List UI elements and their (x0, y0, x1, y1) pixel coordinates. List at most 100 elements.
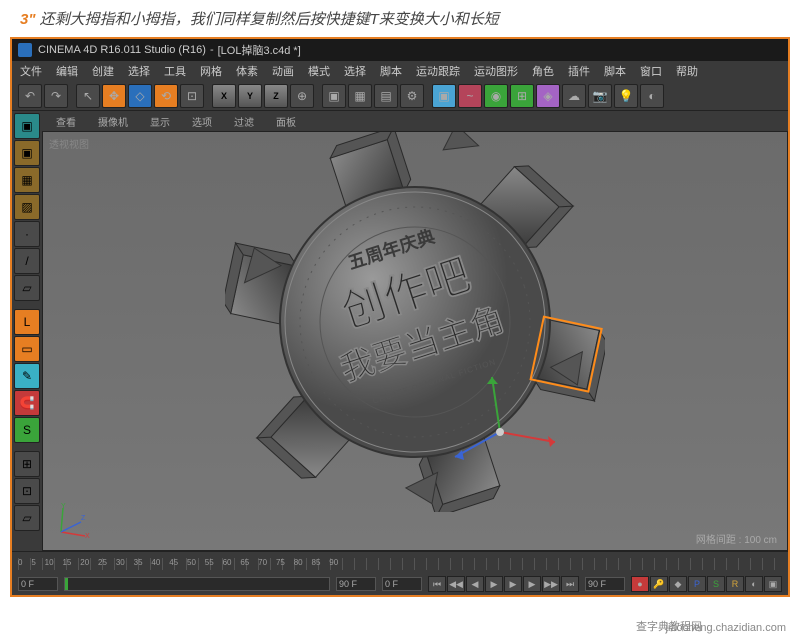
rot-key-button[interactable]: R (726, 576, 744, 592)
vp-menu-filter[interactable]: 过滤 (228, 113, 260, 130)
deformer-button[interactable]: ◈ (536, 84, 560, 108)
render-view[interactable]: ▣ (322, 84, 346, 108)
snap-settings[interactable]: S (14, 417, 40, 443)
menu-script[interactable]: 脚本 (380, 63, 402, 79)
range-end-input[interactable] (336, 577, 376, 591)
scale-key-button[interactable]: S (707, 576, 725, 592)
texture-mode[interactable]: ▦ (14, 167, 40, 193)
menu-help[interactable]: 帮助 (676, 63, 698, 79)
environment-button[interactable]: ☁ (562, 84, 586, 108)
goto-start-button[interactable]: ⏮ (428, 576, 446, 592)
range-end2-input[interactable] (585, 577, 625, 591)
timeline-ruler[interactable]: 0 5 10 15 20 25 30 35 40 45 50 55 60 65 … (18, 558, 782, 570)
vp-menu-display[interactable]: 显示 (144, 113, 176, 130)
menu-plugins[interactable]: 插件 (568, 63, 590, 79)
menu-window[interactable]: 窗口 (640, 63, 662, 79)
redo-button[interactable]: ↷ (44, 84, 68, 108)
point-mode[interactable]: · (14, 221, 40, 247)
keyframe-sel-button[interactable]: ◆ (669, 576, 687, 592)
z-axis-lock[interactable]: Z (264, 84, 288, 108)
render-region[interactable]: ▤ (374, 84, 398, 108)
menu-select2[interactable]: 选择 (344, 63, 366, 79)
pla-key-button[interactable]: ▣ (764, 576, 782, 592)
menu-file[interactable]: 文件 (20, 63, 42, 79)
prev-frame-button[interactable]: ◀ (466, 576, 484, 592)
axis-button[interactable]: L (14, 309, 40, 335)
file-name: [LOL掉脑3.c4d *] (218, 42, 301, 58)
workplane-mode[interactable]: ▨ (14, 194, 40, 220)
record-button[interactable]: ● (631, 576, 649, 592)
current-frame-input[interactable] (382, 577, 422, 591)
tweak-mode[interactable]: ✎ (14, 363, 40, 389)
rotate-tool[interactable]: ⟲ (154, 84, 178, 108)
model-mode[interactable]: ▣ (14, 140, 40, 166)
edge-mode[interactable]: / (14, 248, 40, 274)
vp-menu-camera[interactable]: 摄像机 (92, 113, 134, 130)
menu-mode[interactable]: 模式 (308, 63, 330, 79)
next-frame-button[interactable]: ▶ (523, 576, 541, 592)
viewport-solo[interactable]: ▭ (14, 336, 40, 362)
menu-edit[interactable]: 编辑 (56, 63, 78, 79)
param-key-button[interactable]: ◐ (745, 576, 763, 592)
y-axis-lock[interactable]: Y (238, 84, 262, 108)
main-toolbar: ↶ ↷ ↖ ✥ ◇ ⟲ ⊡ X Y Z ⊕ ▣ ▦ ▤ ⚙ ▣ ~ ◉ ⊞ ◈ … (12, 81, 788, 111)
vp-menu-options[interactable]: 选项 (186, 113, 218, 130)
menu-animate[interactable]: 动画 (272, 63, 294, 79)
coord-system[interactable]: ⊕ (290, 84, 314, 108)
vp-menu-panel[interactable]: 面板 (270, 113, 302, 130)
scale-tool[interactable]: ◇ (128, 84, 152, 108)
timeline-scrubber[interactable] (64, 577, 330, 591)
content-area: ▣ ▣ ▦ ▨ · / ▱ L ▭ ✎ 🧲 S ⊞ ⊡ ▱ 查看 摄像机 显示 … (12, 111, 788, 551)
app-title: CINEMA 4D R16.011 Studio (R16) (38, 44, 206, 56)
workplane-button[interactable]: ⊞ (14, 451, 40, 477)
menu-mograph[interactable]: 运动图形 (474, 63, 518, 79)
menu-character[interactable]: 角色 (532, 63, 554, 79)
prev-key-button[interactable]: ◀◀ (447, 576, 465, 592)
range-start-input[interactable] (18, 577, 58, 591)
move-tool[interactable]: ✥ (102, 84, 126, 108)
goto-end-button[interactable]: ⏭ (561, 576, 579, 592)
select-tool[interactable]: ↖ (76, 84, 100, 108)
vp-menu-view[interactable]: 查看 (50, 113, 82, 130)
menu-mesh[interactable]: 网格 (200, 63, 222, 79)
left-toolbar: ▣ ▣ ▦ ▨ · / ▱ L ▭ ✎ 🧲 S ⊞ ⊡ ▱ (12, 111, 42, 551)
autokey-button[interactable]: 🔑 (650, 576, 668, 592)
primitive-cube[interactable]: ▣ (432, 84, 456, 108)
locked-workplane[interactable]: ⊡ (14, 478, 40, 504)
tutorial-text: 还剩大拇指和小拇指，我们同样复制然后按快捷键T来变换大小和长短 (40, 11, 499, 28)
render-settings[interactable]: ⚙ (400, 84, 424, 108)
svg-text:Y: Y (61, 503, 66, 510)
tag-button[interactable]: ◐ (640, 84, 664, 108)
light-button[interactable]: 💡 (614, 84, 638, 108)
menu-select[interactable]: 选择 (128, 63, 150, 79)
grid-spacing-value: 100 cm (744, 535, 777, 546)
tutorial-header: 3" 还剩大拇指和小拇指，我们同样复制然后按快捷键T来变换大小和长短 (0, 0, 800, 37)
menu-volume[interactable]: 体素 (236, 63, 258, 79)
perspective-viewport[interactable]: 透视视图 (42, 131, 788, 551)
snap-toggle[interactable]: 🧲 (14, 390, 40, 416)
spline-pen[interactable]: ~ (458, 84, 482, 108)
next-key-button[interactable]: ▶▶ (542, 576, 560, 592)
render-picture[interactable]: ▦ (348, 84, 372, 108)
pos-key-button[interactable]: P (688, 576, 706, 592)
menu-create[interactable]: 创建 (92, 63, 114, 79)
viewport-footer: 网格间距 : 100 cm (696, 531, 777, 546)
play-forward-button[interactable]: ▶ (504, 576, 522, 592)
polygon-mode[interactable]: ▱ (14, 275, 40, 301)
undo-button[interactable]: ↶ (18, 84, 42, 108)
menu-scripts[interactable]: 脚本 (604, 63, 626, 79)
menu-motion-track[interactable]: 运动跟踪 (416, 63, 460, 79)
menu-tools[interactable]: 工具 (164, 63, 186, 79)
menubar: 文件 编辑 创建 选择 工具 网格 体素 动画 模式 选择 脚本 运动跟踪 运动… (12, 61, 788, 81)
make-editable[interactable]: ▣ (14, 113, 40, 139)
play-backward-button[interactable]: ▶ (485, 576, 503, 592)
playhead[interactable] (65, 578, 68, 590)
camera-button[interactable]: 📷 (588, 84, 612, 108)
svg-text:X: X (85, 533, 90, 540)
planar-workplane[interactable]: ▱ (14, 505, 40, 531)
x-axis-lock[interactable]: X (212, 84, 236, 108)
last-tool[interactable]: ⊡ (180, 84, 204, 108)
nurbs-button[interactable]: ◉ (484, 84, 508, 108)
svg-text:Z: Z (81, 515, 86, 522)
array-button[interactable]: ⊞ (510, 84, 534, 108)
